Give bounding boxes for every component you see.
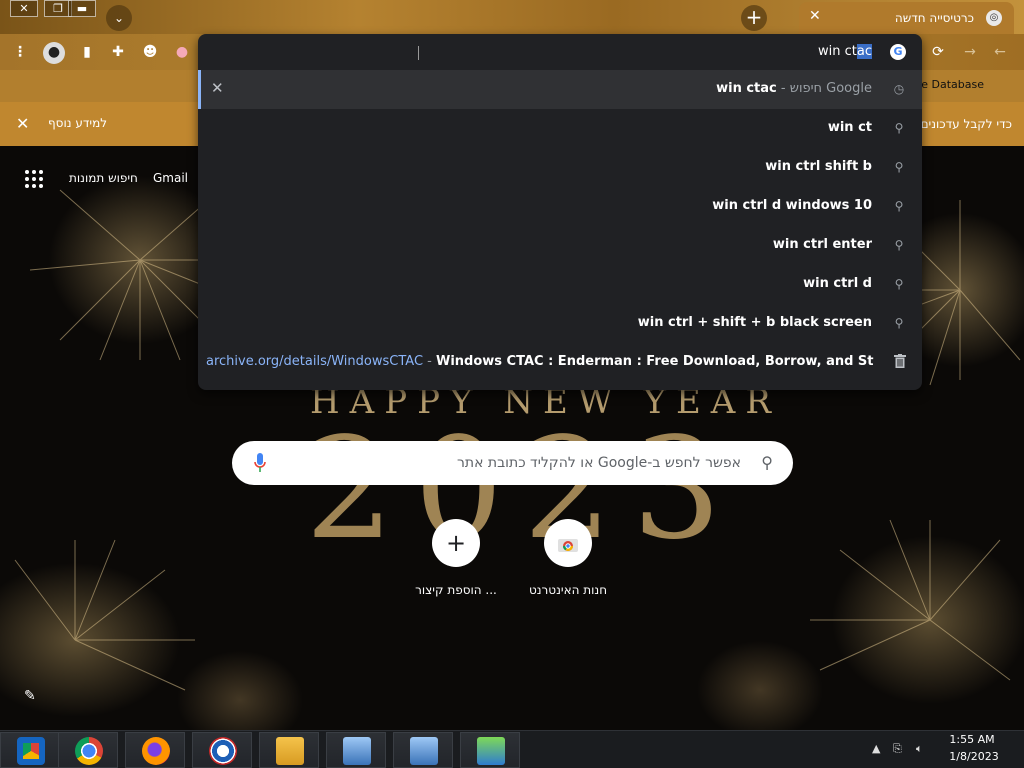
side-panel-icon[interactable]: ▮ xyxy=(77,42,97,62)
suggestion-url[interactable]: archive.org/details/WindowsCTAC - Window… xyxy=(198,343,922,382)
explorer-icon xyxy=(276,737,304,765)
taskbar-firefox[interactable] xyxy=(125,732,185,768)
tray-volume-icon[interactable]: 🔈︎ xyxy=(916,742,923,756)
shortcut-add[interactable]: + הוספת קיצור ... xyxy=(406,519,506,601)
plus-icon: + xyxy=(432,519,480,567)
clock-time[interactable]: 1:55 AM xyxy=(942,733,1002,746)
suggestion-item[interactable]: win ctrl shift b ⚲ xyxy=(198,148,922,187)
suggestion-text: win ctac xyxy=(716,81,777,96)
mouse-cursor xyxy=(418,46,419,60)
taskbar-installer2[interactable] xyxy=(393,732,453,768)
omnibox-input[interactable]: win ctac G xyxy=(198,34,922,70)
images-link[interactable]: חיפוש תמונות xyxy=(69,171,138,185)
tab-close-icon[interactable]: ✕ xyxy=(809,8,821,24)
tab-new-tab[interactable]: ✕ כרטיסייה חדשה ◎ xyxy=(799,2,1014,34)
window-minimize-button[interactable]: ▬ xyxy=(68,0,96,17)
search-icon: ⚲ xyxy=(894,277,904,291)
suggestion-text: win ctrl + shift + b black screen xyxy=(637,315,872,330)
tray-network-icon[interactable]: ⎘ xyxy=(893,742,902,756)
search-icon: ⚲ xyxy=(761,453,773,472)
suggestion-text: win ctrl d windows 10 xyxy=(712,198,872,213)
suggestion-separator: - xyxy=(423,354,436,369)
remove-suggestion-icon[interactable]: ✕ xyxy=(211,79,224,97)
bookmark-item[interactable]: re Database xyxy=(917,78,984,91)
infobar-learn-more-link[interactable]: למידע נוסף xyxy=(48,116,107,130)
forward-icon[interactable]: → xyxy=(960,42,980,62)
installer2-icon xyxy=(410,737,438,765)
google-icon: G xyxy=(890,44,906,60)
chrome-icon: ◎ xyxy=(986,10,1002,26)
network-icon xyxy=(477,737,505,765)
suggestion-item[interactable]: win ctrl enter ⚲ xyxy=(198,226,922,265)
search-icon: ⚲ xyxy=(894,199,904,213)
taskbar-chrome[interactable] xyxy=(58,732,118,768)
suggestion-item[interactable]: win ctrl d ⚲ xyxy=(198,265,922,304)
extension-flag-icon[interactable]: ● xyxy=(172,42,192,62)
taskbar-explorer[interactable] xyxy=(259,732,319,768)
suggestion-item[interactable]: win ctrl d windows 10 ⚲ xyxy=(198,187,922,226)
suggestion-text: win ctrl d xyxy=(803,276,872,291)
search-icon: ⚲ xyxy=(894,160,904,174)
suggestion-text: win ctrl enter xyxy=(772,237,872,252)
trash-icon[interactable] xyxy=(894,354,906,368)
search-icon: ⚲ xyxy=(894,316,904,330)
menu-icon[interactable]: ⋮ xyxy=(10,42,30,62)
profile-avatar[interactable]: ● xyxy=(43,42,65,64)
search-icon: ⚲ xyxy=(894,121,904,135)
tray-expand-icon[interactable]: ▲ xyxy=(872,742,880,755)
shortcut-label: חנות האינטרנט xyxy=(528,583,608,597)
infobar-message: כדי לקבל עדכונים xyxy=(920,117,1012,131)
chrome-remote-icon xyxy=(17,737,45,765)
window-close-button[interactable]: ✕ xyxy=(10,0,38,17)
extension-avatar-icon[interactable]: ☻ xyxy=(140,42,160,62)
back-icon[interactable]: ← xyxy=(990,42,1010,62)
webstore-icon xyxy=(544,519,592,567)
suggestion-page-title: Windows CTAC : Enderman : Free Download,… xyxy=(436,354,874,369)
search-icon: ⚲ xyxy=(894,238,904,252)
clock-date[interactable]: 1/8/2023 xyxy=(942,750,1006,763)
suggestion-text: win ct xyxy=(827,120,872,135)
infobar-close-icon[interactable]: ✕ xyxy=(16,114,29,133)
suggestion-history[interactable]: ✕ win ctac - חיפוש Google ◷ xyxy=(198,70,922,109)
taskbar-network[interactable] xyxy=(460,732,520,768)
ntp-search-box[interactable]: אפשר לחפש ב-Google או להקליד כתובת אתר ⚲ xyxy=(232,441,793,485)
suggestion-url-text: archive.org/details/WindowsCTAC xyxy=(206,354,424,369)
taskbar-chrome-remote[interactable] xyxy=(0,732,60,768)
taskbar xyxy=(0,730,1024,768)
suggestion-item[interactable]: win ctrl + shift + b black screen ⚲ xyxy=(198,304,922,343)
gmail-link[interactable]: Gmail xyxy=(153,171,188,185)
shortcut-label: הוספת קיצור ... xyxy=(415,583,497,597)
tab-search-button[interactable]: ⌄ xyxy=(106,5,132,31)
search-placeholder: אפשר לחפש ב-Google או להקליד כתובת אתר xyxy=(456,455,741,471)
shortcut-webstore[interactable]: חנות האינטרנט xyxy=(518,519,618,601)
omnibox-typed: win ct xyxy=(818,44,857,59)
tab-title: כרטיסייה חדשה xyxy=(894,11,974,25)
taskbar-obama[interactable] xyxy=(192,732,252,768)
chrome-icon xyxy=(75,737,103,765)
taskbar-installer[interactable] xyxy=(326,732,386,768)
microphone-icon[interactable] xyxy=(254,453,266,473)
firefox-icon xyxy=(142,737,170,765)
omnibox-text[interactable]: win ctac xyxy=(818,44,872,59)
suggestion-text: win ctrl shift b xyxy=(765,159,872,174)
suggestion-item[interactable]: win ct ⚲ xyxy=(198,109,922,148)
new-tab-button[interactable]: + xyxy=(741,5,767,31)
history-icon: ◷ xyxy=(893,82,905,96)
obama-icon xyxy=(209,737,237,765)
apps-grid-icon[interactable] xyxy=(25,170,43,188)
tab-strip: ✕ ❐ ▬ ⌄ + ✕ כרטיסייה חדשה ◎ xyxy=(0,0,1024,34)
installer-icon xyxy=(343,737,371,765)
suggestion-hint: - חיפוש Google xyxy=(776,81,872,96)
reload-icon[interactable]: ⟳ xyxy=(928,42,948,62)
extensions-icon[interactable]: ✚ xyxy=(108,42,128,62)
omnibox-autocomplete: ac xyxy=(856,44,872,59)
omnibox-dropdown: win ctac G ✕ win ctac - חיפוש Google ◷ w… xyxy=(198,34,922,390)
customize-pencil-icon[interactable]: ✎ xyxy=(24,688,36,704)
